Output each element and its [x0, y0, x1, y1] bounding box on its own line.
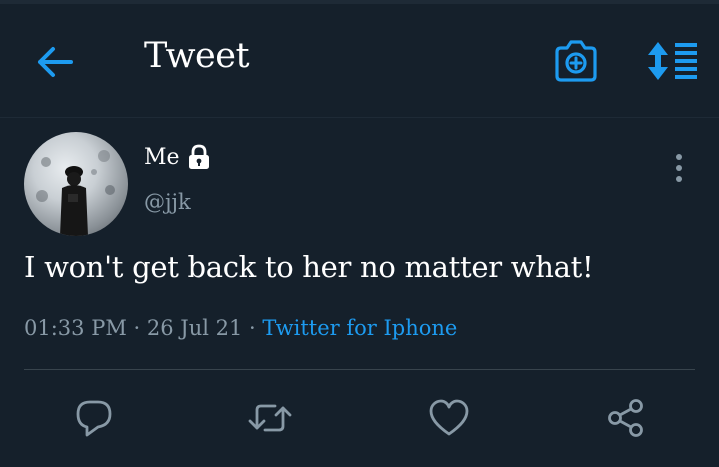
avatar[interactable] [24, 132, 128, 236]
more-dot-icon [676, 165, 682, 171]
actions-divider [24, 369, 695, 370]
retweet-icon [248, 404, 292, 432]
header-bar: Tweet [0, 0, 719, 118]
author-handle[interactable]: @jjk [144, 190, 191, 214]
share-icon [608, 399, 643, 437]
more-dot-icon [676, 176, 682, 182]
tweet-actions-bar [0, 390, 719, 446]
meta-separator: · [249, 316, 263, 340]
more-dot-icon [676, 154, 682, 160]
retweet-button[interactable] [242, 390, 298, 446]
meta-separator: · [133, 316, 147, 340]
author-name[interactable]: Me [144, 144, 212, 170]
tweet-meta: 01:33 PM · 26 Jul 21 · Twitter for Iphon… [24, 316, 457, 340]
camera-plus-icon [555, 40, 597, 82]
tweet-date: 26 Jul 21 [146, 316, 243, 340]
tweet-time: 01:33 PM [24, 316, 127, 340]
camera-button[interactable] [552, 38, 600, 84]
page-title: Tweet [144, 36, 250, 76]
avatar-image [36, 150, 115, 236]
tweet-detail-screen: Tweet Me @jjk I won't get back to her no… [0, 0, 719, 467]
share-button[interactable] [598, 390, 654, 446]
reply-button[interactable] [66, 390, 122, 446]
sort-button[interactable] [643, 38, 701, 84]
lock-icon [188, 144, 209, 169]
like-icon [429, 399, 469, 436]
sort-list-icon [648, 42, 697, 80]
tweet-source-link[interactable]: Twitter for Iphone [262, 316, 457, 340]
author-name-label: Me [144, 144, 180, 170]
header-divider [0, 117, 719, 118]
like-button[interactable] [421, 390, 477, 446]
back-button[interactable] [32, 40, 78, 84]
back-arrow-icon [38, 47, 73, 77]
tweet-text: I won't get back to her no matter what! [24, 250, 594, 284]
more-options-button[interactable] [666, 150, 692, 186]
reply-icon [76, 400, 112, 437]
